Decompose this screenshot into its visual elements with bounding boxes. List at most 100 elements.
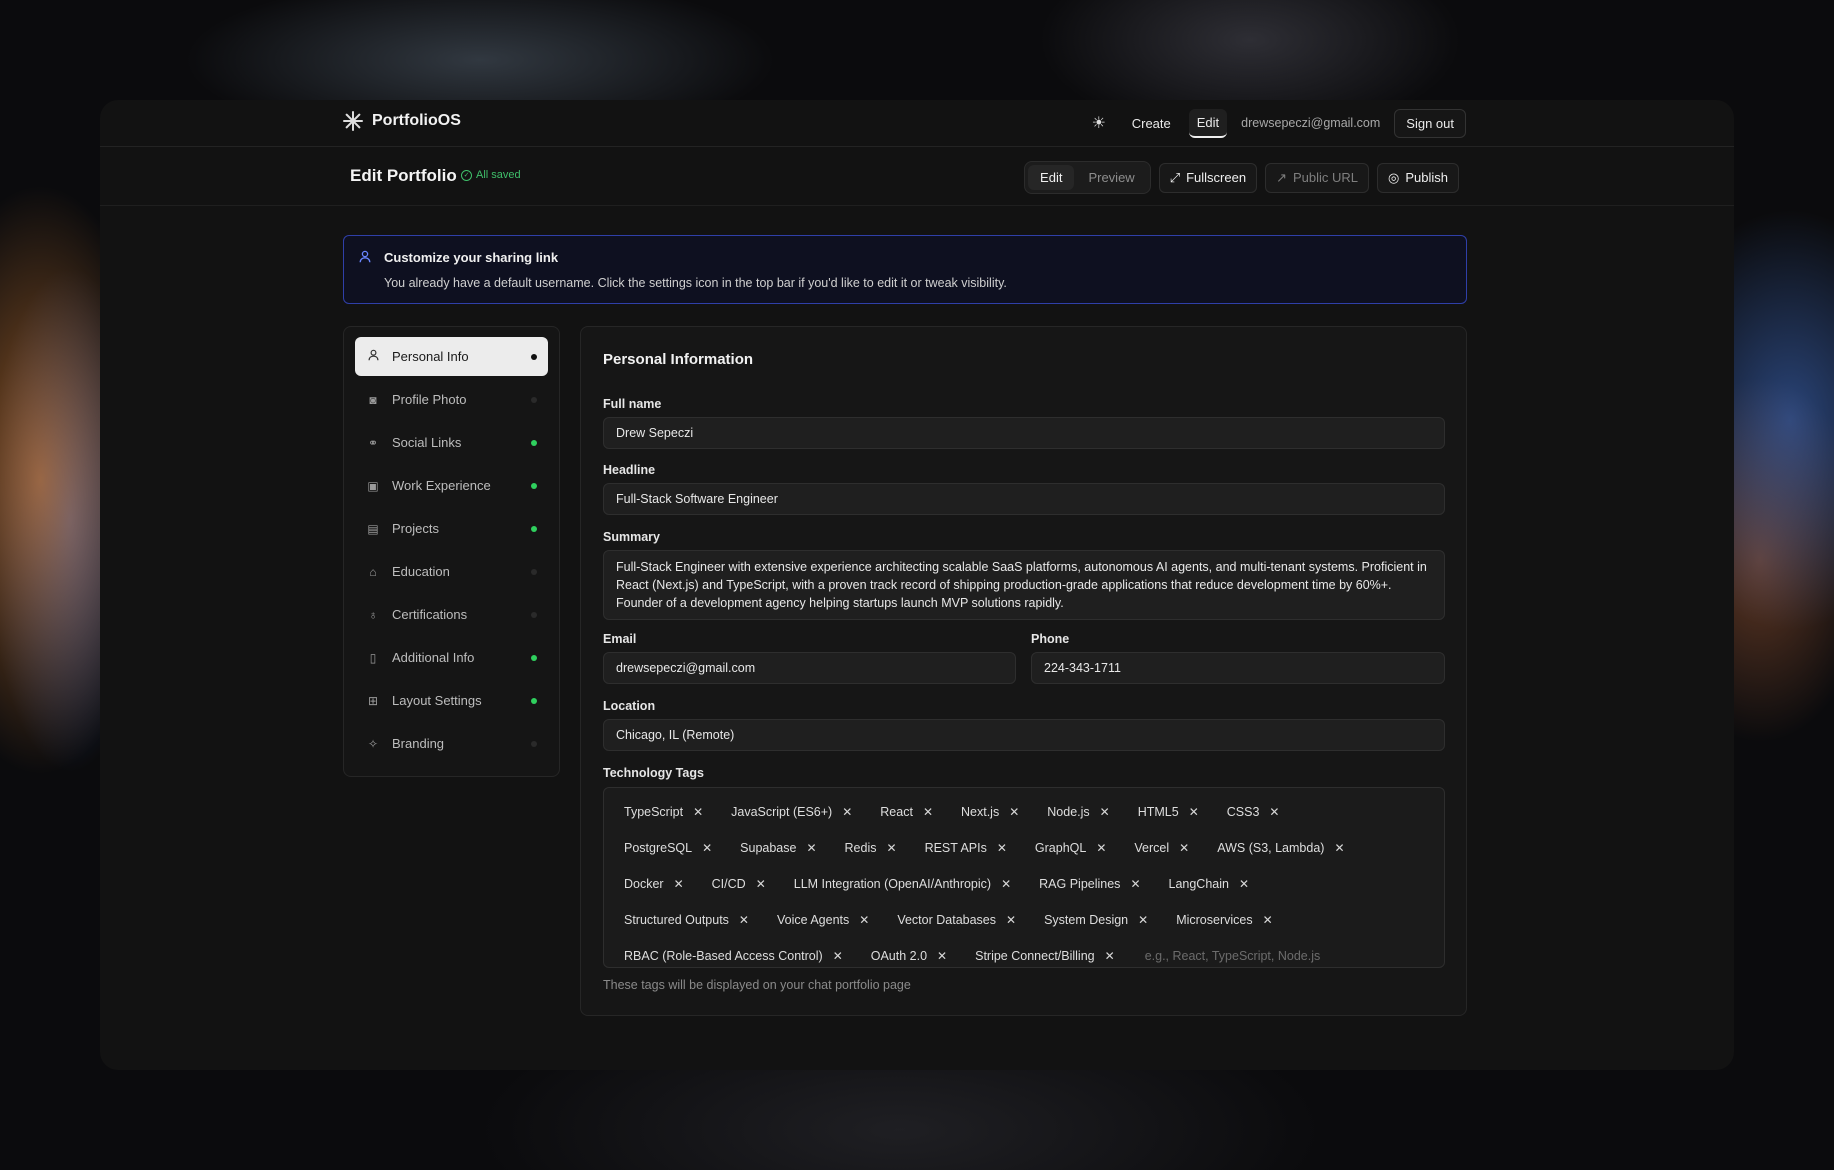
sharing-link-banner: Customize your sharing link You already … bbox=[343, 235, 1467, 304]
status-dot bbox=[531, 353, 537, 360]
tag-label: PostgreSQL bbox=[624, 841, 693, 855]
top-nav-bar: PortfolioOS ☀ Create Edit drewsepeczi@gm… bbox=[100, 100, 1734, 147]
mode-edit-tab[interactable]: Edit bbox=[1028, 165, 1075, 190]
location-input[interactable]: Chicago, IL (Remote) bbox=[603, 719, 1445, 751]
sidebar-item-label: Work Experience bbox=[392, 478, 491, 493]
remove-tag-icon[interactable]: ✕ bbox=[1179, 841, 1189, 855]
remove-tag-icon[interactable]: ✕ bbox=[1100, 805, 1110, 819]
tag-chip: AWS (S3, Lambda) ✕ bbox=[1205, 841, 1356, 855]
summary-textarea[interactable]: Full-Stack Engineer with extensive exper… bbox=[603, 550, 1445, 620]
technology-tags-input[interactable]: TypeScript ✕ JavaScript (ES6+) ✕ React ✕ Ne… bbox=[603, 787, 1445, 968]
sidebar-item-label: Branding bbox=[392, 736, 445, 751]
remove-tag-icon[interactable]: ✕ bbox=[1009, 805, 1019, 819]
remove-tag-icon[interactable]: ✕ bbox=[1138, 913, 1148, 927]
tag-label: OAuth 2.0 bbox=[870, 949, 928, 963]
sidebar-item-certifications[interactable]: ♁ Certifications bbox=[355, 595, 548, 634]
sidebar-item-layout-settings[interactable]: ⊞ Layout Settings bbox=[355, 681, 548, 720]
public-url-button[interactable]: ↗ Public URL bbox=[1265, 162, 1370, 193]
tag-label: Vector Databases bbox=[897, 913, 996, 927]
briefcase-icon: ▣ bbox=[367, 478, 379, 493]
sidebar-item-label: Additional Info bbox=[392, 650, 475, 665]
tag-chip: Next.js ✕ bbox=[949, 805, 1031, 819]
remove-tag-icon[interactable]: ✕ bbox=[1105, 949, 1115, 963]
tag-entry-input[interactable]: e.g., React, TypeScript, Node.js bbox=[1131, 949, 1321, 963]
tag-chip: Redis ✕ bbox=[833, 841, 909, 855]
status-dot bbox=[531, 740, 537, 747]
status-dot bbox=[531, 611, 537, 618]
sun-icon[interactable]: ☀ bbox=[1084, 108, 1114, 138]
tag-label: Redis bbox=[844, 841, 877, 855]
sidebar-item-additional-info[interactable]: ▯ Additional Info bbox=[355, 638, 548, 677]
sidebar-item-label: Certifications bbox=[392, 607, 468, 622]
remove-tag-icon[interactable]: ✕ bbox=[833, 949, 843, 963]
tag-chip: Docker ✕ bbox=[612, 877, 696, 891]
tag-label: HTML5 bbox=[1137, 805, 1179, 819]
brand[interactable]: PortfolioOS bbox=[343, 111, 461, 131]
user-email: drewsepeczi@gmail.com bbox=[1241, 116, 1381, 130]
sidebar-item-projects[interactable]: ▤ Projects bbox=[355, 509, 548, 548]
sidebar-item-education[interactable]: ⌂ Education bbox=[355, 552, 548, 591]
remove-tag-icon[interactable]: ✕ bbox=[1334, 841, 1344, 855]
remove-tag-icon[interactable]: ✕ bbox=[693, 805, 703, 819]
sidebar-item-branding[interactable]: ✧ Branding bbox=[355, 724, 548, 763]
brand-name: PortfolioOS bbox=[372, 112, 461, 129]
status-dot bbox=[531, 654, 537, 661]
sidebar-item-personal-info[interactable]: Personal Info bbox=[355, 337, 548, 376]
publish-label: Publish bbox=[1405, 170, 1448, 185]
remove-tag-icon[interactable]: ✕ bbox=[1130, 877, 1140, 891]
tag-label: Voice Agents bbox=[776, 913, 850, 927]
remove-tag-icon[interactable]: ✕ bbox=[859, 913, 869, 927]
remove-tag-icon[interactable]: ✕ bbox=[997, 841, 1007, 855]
tag-chip: RAG Pipelines ✕ bbox=[1027, 877, 1152, 891]
remove-tag-icon[interactable]: ✕ bbox=[1006, 913, 1016, 927]
remove-tag-icon[interactable]: ✕ bbox=[739, 913, 749, 927]
graduation-cap-icon: ⌂ bbox=[369, 564, 377, 579]
tag-label: Vercel bbox=[1134, 841, 1170, 855]
sign-out-button[interactable]: Sign out bbox=[1394, 108, 1466, 138]
layout-icon: ⊞ bbox=[367, 693, 379, 708]
fullscreen-button[interactable]: ⤢ Fullscreen bbox=[1158, 162, 1258, 193]
full-name-input[interactable]: Drew Sepeczi bbox=[603, 417, 1445, 449]
remove-tag-icon[interactable]: ✕ bbox=[1239, 877, 1249, 891]
full-name-label: Full name bbox=[603, 397, 662, 411]
sidebar-item-work-experience[interactable]: ▣ Work Experience bbox=[355, 466, 548, 505]
tag-chip: Structured Outputs ✕ bbox=[612, 913, 761, 927]
email-input[interactable]: drewsepeczi@gmail.com bbox=[603, 652, 1016, 684]
nav-create-link[interactable]: Create bbox=[1124, 110, 1179, 137]
phone-input[interactable]: 224-343-1711 bbox=[1031, 652, 1445, 684]
remove-tag-icon[interactable]: ✕ bbox=[1189, 805, 1199, 819]
email-label: Email bbox=[603, 632, 637, 646]
tag-label: JavaScript (ES6+) bbox=[731, 805, 833, 819]
user-icon bbox=[359, 250, 371, 266]
tag-row: PostgreSQL ✕ Supabase ✕ Redis ✕ REST APIs ✕ … bbox=[612, 830, 1436, 866]
phone-label: Phone bbox=[1031, 632, 1070, 646]
tag-chip: Vercel ✕ bbox=[1122, 841, 1201, 855]
tag-chip: OAuth 2.0 ✕ bbox=[859, 949, 959, 963]
remove-tag-icon[interactable]: ✕ bbox=[923, 805, 933, 819]
remove-tag-icon[interactable]: ✕ bbox=[887, 841, 897, 855]
status-dot bbox=[531, 697, 537, 704]
mode-preview-tab[interactable]: Preview bbox=[1076, 165, 1146, 190]
location-label: Location bbox=[603, 699, 656, 713]
remove-tag-icon[interactable]: ✕ bbox=[756, 877, 766, 891]
headline-input[interactable]: Full-Stack Software Engineer bbox=[603, 483, 1445, 515]
tag-label: AWS (S3, Lambda) bbox=[1217, 841, 1325, 855]
remove-tag-icon[interactable]: ✕ bbox=[1263, 913, 1273, 927]
sidebar-item-profile-photo[interactable]: ◙ Profile Photo bbox=[355, 380, 548, 419]
app-window: PortfolioOS ☀ Create Edit drewsepeczi@gm… bbox=[100, 100, 1734, 1070]
remove-tag-icon[interactable]: ✕ bbox=[1269, 805, 1279, 819]
publish-button[interactable]: ◎ Publish bbox=[1377, 162, 1459, 193]
remove-tag-icon[interactable]: ✕ bbox=[842, 805, 852, 819]
tag-chip: Supabase ✕ bbox=[728, 841, 828, 855]
summary-label: Summary bbox=[603, 530, 660, 544]
tag-chip: CI/CD ✕ bbox=[700, 877, 778, 891]
remove-tag-icon[interactable]: ✕ bbox=[702, 841, 712, 855]
remove-tag-icon[interactable]: ✕ bbox=[937, 949, 947, 963]
sidebar-item-social-links[interactable]: ⚭ Social Links bbox=[355, 423, 548, 462]
globe-icon: ◎ bbox=[1388, 169, 1400, 185]
remove-tag-icon[interactable]: ✕ bbox=[1001, 877, 1011, 891]
remove-tag-icon[interactable]: ✕ bbox=[674, 877, 684, 891]
remove-tag-icon[interactable]: ✕ bbox=[806, 841, 816, 855]
nav-edit-link[interactable]: Edit bbox=[1188, 108, 1228, 138]
remove-tag-icon[interactable]: ✕ bbox=[1096, 841, 1106, 855]
